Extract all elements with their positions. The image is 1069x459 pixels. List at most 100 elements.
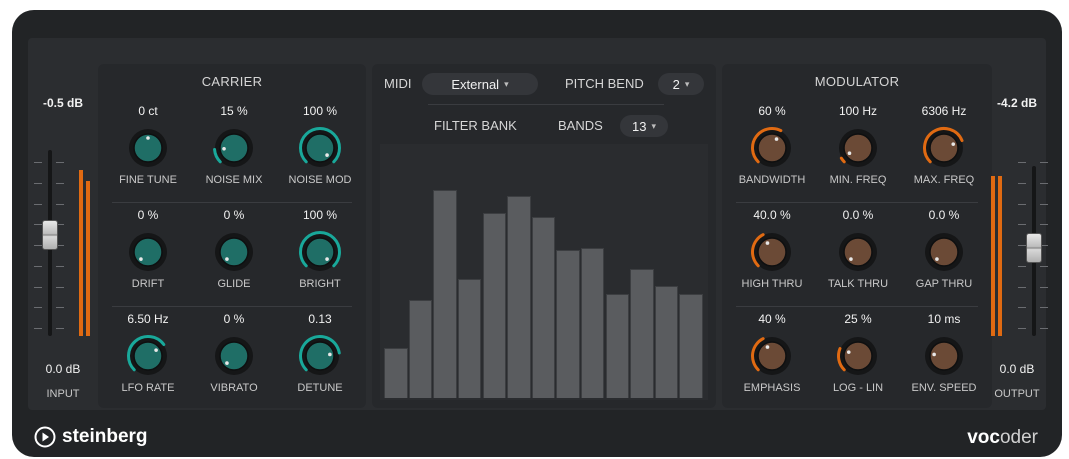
max-freq-knob[interactable]: [922, 126, 966, 170]
carrier-panel: CARRIER 0 ct FINE TUNE 15 % NOISE MIX 100 % N…: [98, 64, 366, 408]
band-level-bar: [654, 285, 679, 398]
chevron-down-icon: ▾: [684, 78, 690, 89]
carrier-divider-2: [112, 306, 352, 307]
lfo-rate-knob[interactable]: [126, 334, 170, 378]
detune-value: 0.13: [308, 312, 332, 326]
talk-thru-knob[interactable]: [836, 230, 880, 274]
talk-thru-label: TALK THRU: [827, 278, 889, 290]
steinberg-logo-icon: [34, 426, 56, 448]
min-freq-label: MIN. FREQ: [829, 174, 887, 186]
emphasis-value: 40 %: [758, 312, 786, 326]
log-lin-knob[interactable]: [836, 334, 880, 378]
vibrato-label: VIBRATO: [210, 382, 258, 394]
scale-tick: [56, 162, 64, 163]
midi-label: MIDI: [384, 76, 412, 91]
brand-name: steinberg: [62, 426, 148, 447]
gap-thru-knob[interactable]: [922, 230, 966, 274]
scale-tick: [1018, 307, 1026, 309]
output-meter-right: [998, 176, 1002, 336]
fine-tune-value: 0 ct: [138, 104, 158, 118]
band-level-bar: [630, 269, 654, 398]
bands-label: BANDS: [558, 118, 603, 133]
center-divider: [428, 104, 664, 105]
emphasis-knob[interactable]: [750, 334, 794, 378]
noise-mix-value: 15 %: [220, 104, 248, 118]
lfo-rate-label: LFO RATE: [121, 382, 175, 394]
pitch-bend-label: PITCH BEND: [565, 76, 644, 91]
output-fader-handle[interactable]: [1026, 233, 1042, 263]
carrier-title: CARRIER: [201, 74, 263, 89]
high-thru-value: 40.0 %: [753, 208, 791, 222]
input-gain-value[interactable]: 0.0 dB: [32, 362, 94, 376]
glide-label: GLIDE: [217, 278, 251, 290]
noise-mix-label: NOISE MIX: [205, 174, 263, 186]
bandwidth-label: BANDWIDTH: [738, 174, 806, 186]
log-lin-value: 25 %: [844, 312, 872, 326]
band-level-bar: [531, 217, 556, 398]
product-name: vocoder: [967, 427, 1038, 449]
scale-tick: [1040, 265, 1048, 267]
scale-tick: [34, 307, 42, 309]
midi-source-dropdown[interactable]: External ▾: [422, 73, 538, 95]
input-fader-handle[interactable]: [42, 220, 58, 250]
noise-mod-knob[interactable]: [298, 126, 342, 170]
input-label: INPUT: [46, 388, 80, 400]
product-name-light: oder: [999, 427, 1038, 448]
bands-dropdown[interactable]: 13 ▾: [620, 115, 668, 137]
detune-knob[interactable]: [298, 334, 342, 378]
output-gain-value[interactable]: 0.0 dB: [988, 362, 1046, 376]
noise-mod-value: 100 %: [302, 104, 338, 118]
vibrato-knob[interactable]: [212, 334, 256, 378]
scale-tick: [1040, 182, 1048, 184]
min-freq-knob[interactable]: [836, 126, 880, 170]
bright-value: 100 %: [302, 208, 338, 222]
pitch-bend-dropdown[interactable]: 2 ▾: [658, 73, 704, 95]
drift-knob[interactable]: [126, 230, 170, 274]
scale-tick: [56, 307, 64, 309]
vocoder-plugin-window: -0.5 dB 0.0 dB INPUT CARRIER 0 ct FINE TU…: [12, 10, 1062, 457]
input-meter-left: [79, 170, 83, 336]
bright-label: BRIGHT: [299, 278, 341, 290]
high-thru-label: HIGH THRU: [741, 278, 803, 290]
glide-knob[interactable]: [212, 230, 256, 274]
fine-tune-knob[interactable]: [126, 126, 170, 170]
scale-tick: [1040, 224, 1048, 226]
band-level-bar: [408, 300, 433, 398]
modulator-title: MODULATOR: [814, 74, 900, 89]
bright-knob[interactable]: [298, 230, 342, 274]
noise-mod-label: NOISE MOD: [288, 174, 352, 186]
gap-thru-value: 0.0 %: [928, 208, 960, 222]
scale-tick: [1040, 203, 1048, 205]
band-level-bar: [556, 250, 580, 398]
min-freq-value: 100 Hz: [838, 104, 878, 118]
bandwidth-knob[interactable]: [750, 126, 794, 170]
scale-tick: [34, 245, 42, 246]
lfo-rate-value: 6.50 Hz: [127, 312, 169, 326]
high-thru-knob[interactable]: [750, 230, 794, 274]
output-peak-value: -4.2 dB: [996, 96, 1037, 110]
scale-tick: [1040, 307, 1048, 309]
scale-tick: [34, 203, 42, 205]
bandwidth-value: 60 %: [758, 104, 786, 118]
scale-tick: [56, 286, 64, 288]
detune-label: DETUNE: [297, 382, 343, 394]
log-lin-label: LOG - LIN: [832, 382, 884, 394]
env-speed-knob[interactable]: [922, 334, 966, 378]
band-level-bar: [482, 212, 507, 398]
band-level-bar: [679, 294, 703, 398]
bands-value: 13: [632, 118, 647, 134]
scale-tick: [1018, 162, 1026, 163]
steinberg-logo: steinberg: [34, 426, 148, 448]
noise-mix-knob[interactable]: [212, 126, 256, 170]
input-meter-right: [86, 181, 90, 336]
scale-tick: [1018, 203, 1026, 205]
carrier-divider-1: [112, 202, 352, 203]
scale-tick: [56, 328, 64, 329]
product-name-bold: voc: [967, 427, 1000, 448]
max-freq-value: 6306 Hz: [921, 104, 967, 118]
pitch-bend-value: 2: [672, 76, 680, 92]
env-speed-label: ENV. SPEED: [911, 382, 977, 394]
scale-tick: [34, 224, 42, 226]
band-level-bar: [433, 190, 457, 398]
band-level-display: [380, 144, 708, 400]
